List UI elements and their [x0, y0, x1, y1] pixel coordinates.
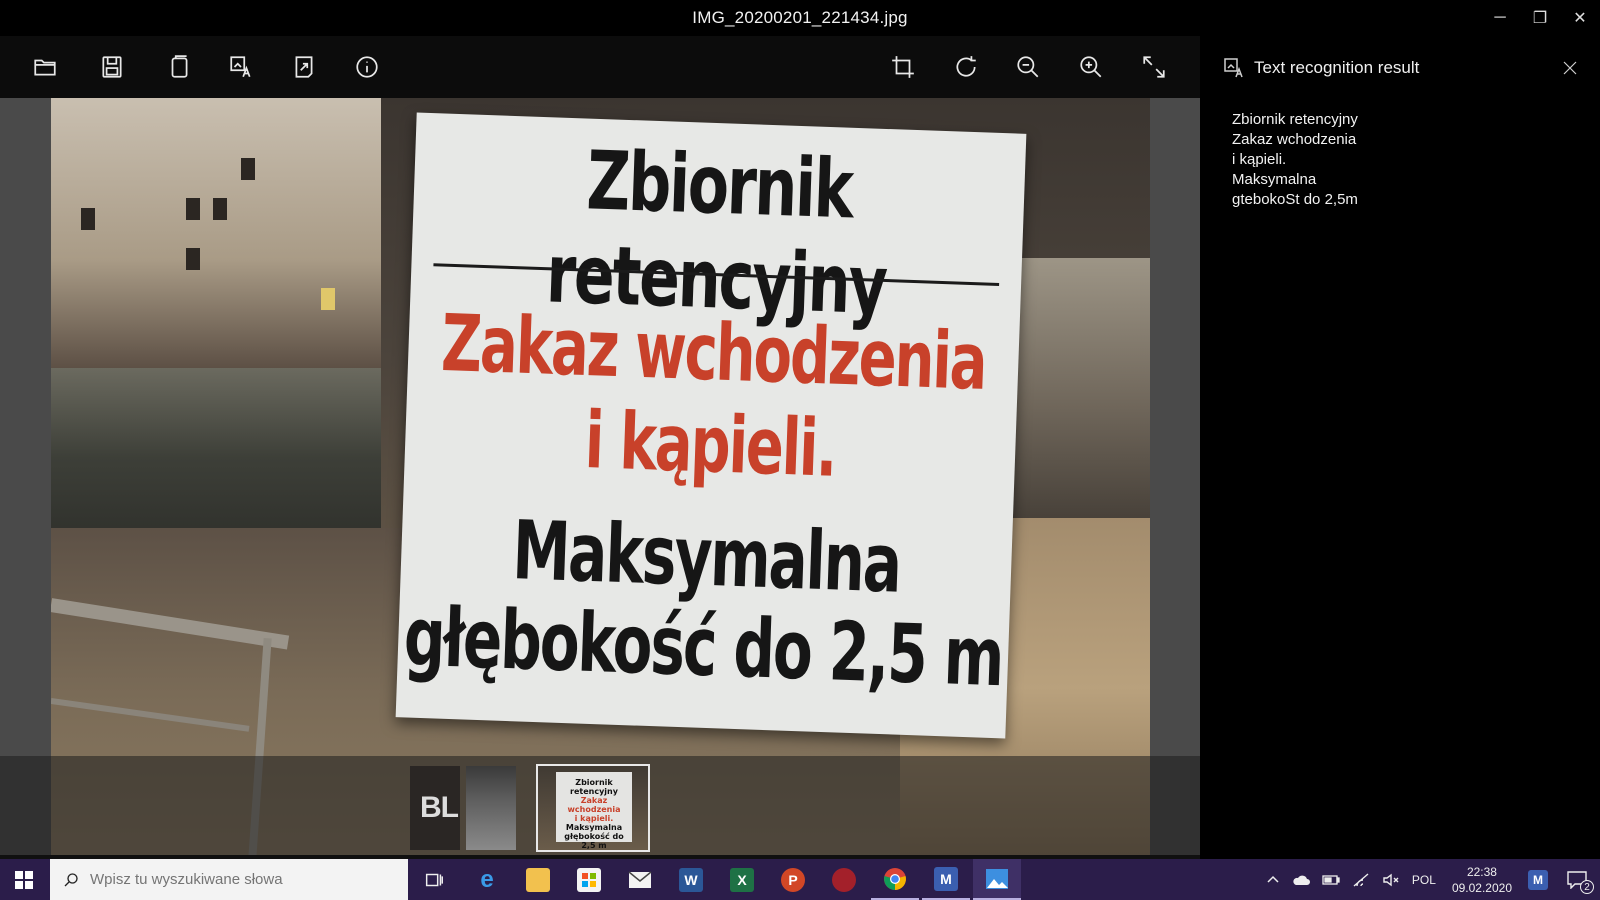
- battery-icon[interactable]: [1316, 859, 1346, 900]
- ocr-line: Zbiornik retencyjny: [1232, 111, 1358, 128]
- clock-time: 22:38: [1466, 864, 1497, 879]
- close-button[interactable]: ✕: [1560, 0, 1600, 36]
- window-controls: ─ ❐ ✕: [1480, 0, 1600, 36]
- folder-open-icon[interactable]: [26, 48, 64, 86]
- taskbar-powerpoint[interactable]: P: [769, 859, 817, 900]
- export-icon[interactable]: [285, 48, 323, 86]
- powerpoint-icon: P: [781, 867, 805, 892]
- ocr-line: Zakaz wchodzenia: [1232, 131, 1357, 148]
- app-red-icon: [832, 867, 856, 892]
- crop-icon[interactable]: [884, 48, 922, 86]
- notification-count: 2: [1580, 880, 1594, 894]
- ocr-result-text[interactable]: Zbiornik retencyjny Zakaz wchodzenia i k…: [1232, 110, 1358, 210]
- task-view-icon: [425, 873, 443, 886]
- windows-logo-icon: [15, 870, 33, 889]
- notifications-button[interactable]: 2: [1554, 859, 1600, 900]
- thumbnail-3-line-2: Zakaz wchodzenia: [567, 796, 621, 814]
- system-tray: POL 22:38 09.02.2020 M 2: [1260, 859, 1600, 900]
- toolbar: [0, 36, 1200, 98]
- thumbnail-3-line-3: i kąpieli.: [574, 814, 614, 823]
- taskbar-search[interactable]: [50, 859, 408, 900]
- panel-header: Text recognition result: [1222, 56, 1419, 80]
- ocr-line: gtebokoSt do 2,5m: [1232, 191, 1358, 208]
- start-button[interactable]: [0, 859, 48, 900]
- thumbnail-3-line-4: Maksymalna: [565, 823, 623, 832]
- ocr-line: Maksymalna: [1232, 171, 1317, 188]
- ocr-line: i kąpieli.: [1232, 151, 1287, 168]
- zoom-in-icon[interactable]: [1072, 48, 1110, 86]
- zoom-out-icon[interactable]: [1009, 48, 1047, 86]
- photo: Zbiornik retencyjny Zakaz wchodzenia i k…: [51, 98, 1150, 855]
- thumbnail-1-text: BL: [420, 791, 459, 824]
- thumbnail-1[interactable]: BL: [410, 766, 460, 850]
- store-icon: [577, 867, 601, 892]
- taskbar-chrome[interactable]: [871, 859, 919, 900]
- photos-icon: [986, 868, 1008, 889]
- close-panel-button[interactable]: [1558, 56, 1582, 80]
- taskbar-app-m[interactable]: M: [922, 859, 970, 900]
- image-viewer[interactable]: Zbiornik retencyjny Zakaz wchodzenia i k…: [0, 98, 1200, 855]
- chrome-icon: [884, 867, 906, 890]
- text-recognition-panel: Text recognition result Zbiornik retency…: [1200, 36, 1600, 859]
- filmstrip: BL Zbiornik retencyjny Zakaz wchodzenia …: [0, 756, 1200, 859]
- search-icon: [64, 872, 78, 886]
- taskbar-app-red[interactable]: [820, 859, 868, 900]
- taskbar-edge[interactable]: e: [463, 859, 511, 900]
- clock-date: 09.02.2020: [1451, 880, 1512, 895]
- onedrive-icon[interactable]: [1286, 859, 1316, 900]
- app-m-icon: M: [934, 866, 958, 891]
- copy-icon[interactable]: [160, 48, 198, 86]
- sign-line-5: głębokość do 2,5 m: [402, 588, 1005, 705]
- thumbnail-3-line-5: głębokość do 2,5 m: [564, 832, 624, 850]
- title-bar: IMG_20200201_221434.jpg ─ ❐ ✕: [0, 0, 1600, 36]
- text-recognition-icon[interactable]: [222, 48, 260, 86]
- window-title: IMG_20200201_221434.jpg: [692, 8, 908, 27]
- info-icon[interactable]: [348, 48, 386, 86]
- taskbar-file-explorer[interactable]: [514, 859, 562, 900]
- wifi-icon[interactable]: [1346, 859, 1376, 900]
- taskbar-mail[interactable]: [616, 859, 664, 900]
- save-icon[interactable]: [93, 48, 131, 86]
- thumbnail-2[interactable]: [466, 766, 516, 850]
- search-input[interactable]: [90, 871, 390, 888]
- language-indicator[interactable]: POL: [1406, 859, 1442, 900]
- folder-icon: [526, 867, 550, 892]
- chevron-up-icon[interactable]: [1260, 859, 1286, 900]
- restore-button[interactable]: ❐: [1520, 0, 1560, 36]
- taskbar-word[interactable]: W: [667, 859, 715, 900]
- excel-icon: X: [730, 867, 754, 892]
- text-recognition-icon: [1224, 58, 1243, 78]
- thumbnail-3-line-1: Zbiornik retencyjny: [570, 778, 618, 796]
- taskbar-store[interactable]: [565, 859, 613, 900]
- mail-icon: [628, 870, 652, 888]
- warning-sign: Zbiornik retencyjny Zakaz wchodzenia i k…: [395, 112, 1027, 739]
- minimize-button[interactable]: ─: [1480, 0, 1520, 36]
- thumbnail-3-sign: Zbiornik retencyjny Zakaz wchodzenia i k…: [556, 772, 632, 850]
- clock[interactable]: 22:38 09.02.2020: [1442, 864, 1522, 896]
- tray-app-m-icon[interactable]: M: [1522, 859, 1554, 900]
- photo-building-left: [51, 98, 381, 368]
- word-icon: W: [679, 867, 703, 892]
- volume-muted-icon[interactable]: [1376, 859, 1406, 900]
- task-view-button[interactable]: [410, 859, 458, 900]
- edge-icon: e: [480, 865, 494, 893]
- close-icon: [1563, 61, 1577, 75]
- taskbar-photos[interactable]: [973, 859, 1021, 900]
- fullscreen-icon[interactable]: [1135, 48, 1173, 86]
- taskbar: e W X P M: [0, 859, 1600, 900]
- taskbar-excel[interactable]: X: [718, 859, 766, 900]
- rotate-icon[interactable]: [947, 48, 985, 86]
- thumbnail-3-selected[interactable]: Zbiornik retencyjny Zakaz wchodzenia i k…: [536, 764, 650, 852]
- panel-title: Text recognition result: [1254, 58, 1420, 77]
